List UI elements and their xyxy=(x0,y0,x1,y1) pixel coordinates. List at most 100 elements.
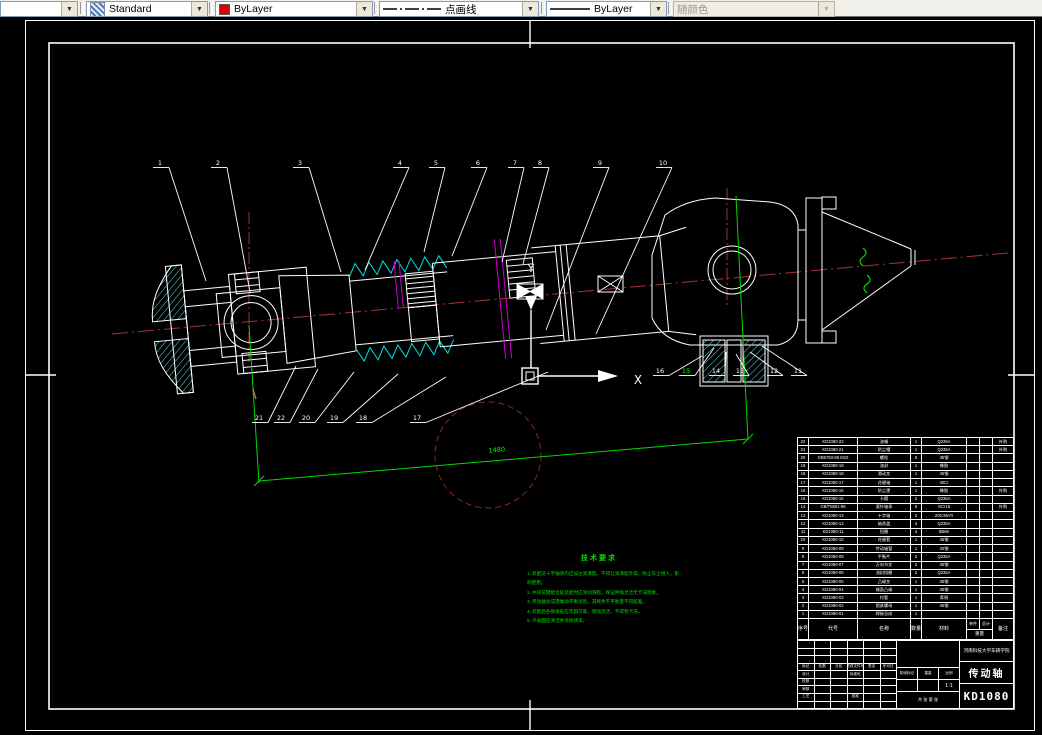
bom-header-total: 总计 xyxy=(982,620,990,626)
bom-header-name: 名称 xyxy=(858,619,911,639)
balloon-label: 21 xyxy=(252,365,297,423)
balloon-label: 22 xyxy=(274,368,319,423)
bom-header-no: 序号 xyxy=(798,619,809,639)
bom-row: 21 KD1080-21 防尘帽 1 Q235A 外购 xyxy=(798,446,1013,455)
title-block-row xyxy=(798,641,896,649)
svg-text:16: 16 xyxy=(656,367,664,375)
tech-requirement-line: 2. 中间花键配合处装配时应涂润滑脂，保证伸缩灵活无卡滞现象。 xyxy=(527,589,661,595)
dimstyle-value: Standard xyxy=(109,3,152,15)
bom-row: 8 KD1080-08 平衡片 2 Q235A xyxy=(798,553,1013,562)
chevron-down-icon[interactable]: ▼ xyxy=(191,2,207,16)
layer-combo[interactable]: ▼ xyxy=(0,1,78,17)
dimstyle-combo[interactable]: Standard ▼ xyxy=(86,1,208,17)
balloon-label: 11 xyxy=(761,345,808,376)
chevron-down-icon[interactable]: ▼ xyxy=(61,2,77,16)
bom-table: 22 KD1080-22 油嘴 1 Q235A 外购 21 KD1080-21 防尘帽 1 Q235… xyxy=(797,437,1014,640)
svg-text:3: 3 xyxy=(298,159,302,167)
title-block-right: 河南科技大学车辆学院 传动轴 KD1080 xyxy=(960,641,1013,708)
flange-hatch-top xyxy=(151,264,187,323)
toolbar-separator xyxy=(80,2,84,14)
balloon-label: 9 xyxy=(545,159,610,331)
svg-text:21: 21 xyxy=(255,414,263,422)
ucs-icon: Y X xyxy=(521,262,642,387)
chevron-down-icon[interactable]: ▼ xyxy=(356,2,372,16)
dimension-value: 1480 xyxy=(488,445,505,454)
title-block-row xyxy=(798,656,896,664)
balloon-label: 20 xyxy=(299,371,355,423)
title-block-row: 设计 标准化 xyxy=(798,671,896,679)
chevron-down-icon[interactable]: ▼ xyxy=(650,2,666,16)
bom-row: 16 KD1080-16 防尘罩 1 橡胶 外购 xyxy=(798,487,1013,496)
balloon-label: 2 xyxy=(211,159,251,293)
bom-row: 17 KD1080-17 花键轴 1 40Cr xyxy=(798,479,1013,488)
boot-bellows xyxy=(348,254,455,363)
svg-text:9: 9 xyxy=(598,159,602,167)
color-value: ByLayer xyxy=(234,3,273,15)
title-block-row: 校核 xyxy=(798,678,896,687)
color-combo[interactable]: ByLayer ▼ xyxy=(215,1,373,17)
svg-text:5: 5 xyxy=(434,159,438,167)
title-block-row: 工艺 批准 xyxy=(798,693,896,702)
stage-label: 阶段标记 xyxy=(897,668,918,679)
tech-requirement-line: 响使用。 xyxy=(527,580,546,586)
balloon-label: 18 xyxy=(356,376,447,423)
weight-label: 重量 xyxy=(918,668,939,679)
solid-line-icon xyxy=(550,8,590,10)
balloon-label: 4 xyxy=(364,159,410,271)
part-number: KD1080 xyxy=(963,689,1010,703)
lineweight-value: ByLayer xyxy=(594,3,633,15)
scale-label: 比例 xyxy=(945,671,953,675)
bom-row: 7 KD1080-07 万向节叉 2 35钢 xyxy=(798,561,1013,570)
balloon-label: 6 xyxy=(451,159,488,257)
svg-text:7: 7 xyxy=(513,159,517,167)
chevron-down-icon[interactable]: ▼ xyxy=(522,2,538,16)
tech-requirement-line: 4. 装配后各铆接处应牢固可靠，转动灵活，不得有卡滞。 xyxy=(527,608,643,614)
toolbar-separator xyxy=(541,2,545,14)
scale-value: 1:1 xyxy=(945,682,953,689)
part-title: 传动轴 xyxy=(960,662,1013,684)
svg-text:1: 1 xyxy=(158,159,162,167)
svg-text:19: 19 xyxy=(330,414,338,422)
bom-row: 14 GB/T5801-86 滚针轴承 8 GCr15 外购 xyxy=(798,503,1013,513)
title-block-signatures: 标记 处数 分区 更改文件号 签名 年月日 设计 标准化 校核 审核 工艺 批准 xyxy=(798,641,897,709)
balloon-label: 7 xyxy=(501,159,525,263)
svg-text:22: 22 xyxy=(277,414,285,422)
bom-row: 9 KD1080-09 传动轴管 1 20钢 xyxy=(798,545,1013,554)
top-toolbar: ▼ Standard ▼ ByLayer ▼ 点画线 ▼ ByLayer ▼ 随… xyxy=(0,0,1042,17)
title-block-row: 标记 处数 分区 更改文件号 签名 年月日 xyxy=(798,663,896,672)
linetype-combo[interactable]: 点画线 ▼ xyxy=(379,1,539,17)
title-block: 标记 处数 分区 更改文件号 签名 年月日 设计 标准化 校核 审核 工艺 批准 阶段标记 重量 比例… xyxy=(797,640,1014,709)
bom-row: 5 KD1080-05 凸缘叉 1 35钢 xyxy=(798,577,1013,587)
toolbar-separator xyxy=(668,2,672,14)
tech-requirements-title: 技术要求 xyxy=(581,555,617,562)
svg-text:18: 18 xyxy=(359,414,367,422)
bom-row: 15 KD1080-15 卡箍 2 Q235A xyxy=(798,495,1013,504)
bom-header-code: 代号 xyxy=(809,619,858,639)
title-block-middle: 阶段标记 重量 比例 1:1 共 张 第 张 xyxy=(897,641,960,708)
svg-text:4: 4 xyxy=(398,159,402,167)
svg-text:13: 13 xyxy=(736,367,744,375)
tech-requirement-line: 3. 传动轴总成需做动平衡试验，其残余不平衡量不得超差。 xyxy=(527,599,647,605)
stage-mark-box xyxy=(897,641,959,667)
title-block-row xyxy=(798,648,896,657)
balloon-label: 1 xyxy=(153,159,207,282)
plotstyle-value: 随颜色 xyxy=(677,3,709,16)
svg-text:8: 8 xyxy=(538,159,542,167)
bom-header-qty: 数量 xyxy=(911,619,922,639)
organization-name: 河南科技大学车辆学院 xyxy=(960,641,1013,662)
balloon-label: 3 xyxy=(293,159,342,273)
linetype-value: 点画线 xyxy=(445,3,477,16)
bom-header-weight: 单件 总计 重量 xyxy=(967,619,993,639)
break-mark xyxy=(859,247,871,294)
bom-row: 12 KD1080-12 轴承盖 4 Q235A xyxy=(798,520,1013,529)
balloon-label: 8 xyxy=(522,159,550,265)
svg-text:12: 12 xyxy=(770,367,778,375)
svg-text:10: 10 xyxy=(659,159,667,167)
chevron-down-icon: ▼ xyxy=(818,2,834,16)
color-swatch-icon xyxy=(219,3,230,15)
toolbar-separator xyxy=(209,2,213,14)
bom-header-unit: 单件 xyxy=(967,619,980,629)
revision-circle xyxy=(434,401,542,509)
left-yoke xyxy=(227,266,317,375)
lineweight-combo[interactable]: ByLayer ▼ xyxy=(546,1,667,17)
